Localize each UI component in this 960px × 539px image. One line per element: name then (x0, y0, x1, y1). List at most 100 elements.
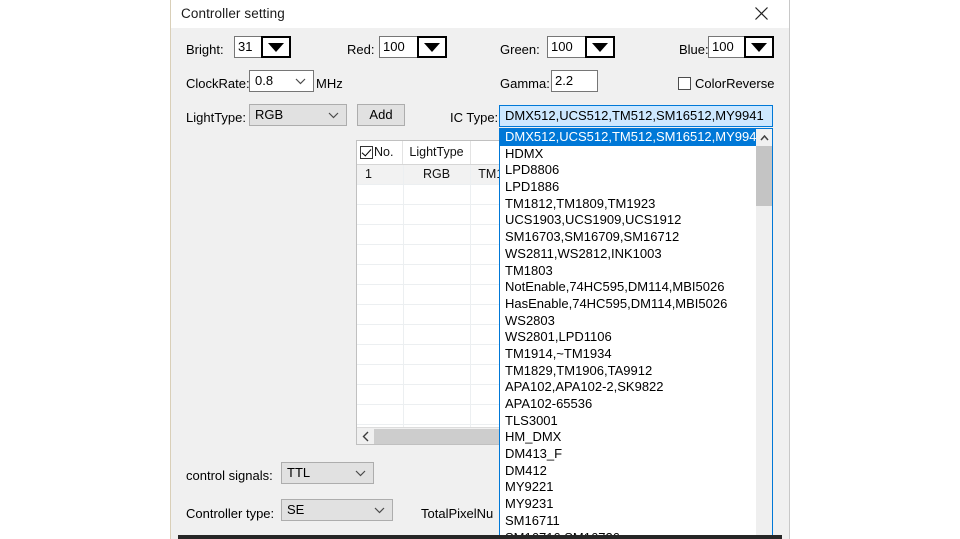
table-cell-empty (404, 305, 471, 324)
grid-header-no-label: No. (374, 145, 394, 159)
red-dropdown-button[interactable] (417, 36, 447, 58)
ictype-dropdown-list[interactable]: DMX512,UCS512,TM512,SM16512,MY9941 HDMX LP… (499, 128, 773, 539)
lighttype-value: RGB (255, 107, 284, 122)
dropdown-item[interactable]: HasEnable,74HC595,DM114,MBI5026 (500, 296, 757, 313)
table-cell-empty (357, 205, 404, 224)
table-cell-empty (404, 265, 471, 284)
ictype-dropdown-scrollbar[interactable] (756, 129, 772, 538)
ictype-combo[interactable]: DMX512,UCS512,TM512,SM16512,MY9941 (499, 105, 773, 127)
blue-label: Blue: (679, 42, 709, 57)
table-cell-empty (404, 405, 471, 424)
green-label: Green: (500, 42, 540, 57)
dropdown-item[interactable]: MY9221 (500, 479, 757, 496)
green-input[interactable]: 100 (547, 36, 589, 58)
colorreverse-label: ColorReverse (695, 76, 775, 91)
ictype-dropdown-thumb[interactable] (756, 146, 772, 206)
ictype-value: DMX512,UCS512,TM512,SM16512,MY9941 (505, 108, 764, 123)
chevron-down-icon (268, 42, 284, 52)
table-cell-empty (357, 365, 404, 384)
dropdown-item[interactable]: LPD8806 (500, 162, 757, 179)
clockrate-combo[interactable]: 0.8 (249, 70, 314, 92)
ictype-label: IC Type: (450, 110, 499, 125)
dropdown-item[interactable]: TM1914,~TM1934 (500, 346, 757, 363)
bright-dropdown-button[interactable] (261, 36, 291, 58)
table-cell-empty (357, 225, 404, 244)
dropdown-item[interactable]: APA102-65536 (500, 396, 757, 413)
blue-dropdown-button[interactable] (744, 36, 774, 58)
control-signals-label: control signals: (186, 468, 273, 483)
table-cell-empty (357, 305, 404, 324)
dropdown-item[interactable]: SM16711 (500, 513, 757, 530)
chevron-down-icon (505, 126, 772, 127)
chevron-down-icon (374, 507, 385, 514)
dropdown-item[interactable]: TM1829,TM1906,TA9912 (500, 363, 757, 380)
red-input[interactable]: 100 (379, 36, 421, 58)
dropdown-item[interactable]: TM1803 (500, 263, 757, 280)
red-label: Red: (347, 42, 375, 57)
table-cell-no: 1 (357, 165, 404, 184)
dropdown-item[interactable]: TLS3001 (500, 413, 757, 430)
clockrate-label: ClockRate: (186, 76, 250, 91)
chevron-up-icon[interactable] (756, 129, 772, 146)
table-cell-empty (404, 205, 471, 224)
table-cell-empty (357, 245, 404, 264)
dropdown-item[interactable]: UCS1903,UCS1909,UCS1912 (500, 212, 757, 229)
controller-type-label: Controller type: (186, 506, 275, 521)
chevron-down-icon (295, 78, 306, 85)
table-cell-empty (357, 185, 404, 204)
select-all-checkbox-icon[interactable] (360, 146, 373, 159)
lighttype-label: LightType: (186, 110, 246, 125)
dropdown-item[interactable]: SM16703,SM16709,SM16712 (500, 229, 757, 246)
dropdown-item[interactable]: WS2801,LPD1106 (500, 329, 757, 346)
clockrate-unit: MHz (316, 76, 343, 91)
dropdown-item[interactable]: HDMX (500, 146, 757, 163)
control-signals-value: TTL (287, 465, 311, 480)
grid-header-no[interactable]: No. (357, 141, 404, 164)
table-cell-empty (404, 385, 471, 404)
dropdown-item[interactable]: WS2803 (500, 313, 757, 330)
add-button[interactable]: Add (357, 104, 405, 126)
table-cell-empty (404, 345, 471, 364)
dropdown-item[interactable]: APA102,APA102-2,SK9822 (500, 379, 757, 396)
table-cell-empty (357, 385, 404, 404)
dropdown-item[interactable]: NotEnable,74HC595,DM114,MBI5026 (500, 279, 757, 296)
dropdown-item[interactable]: DM413_F (500, 446, 757, 463)
table-cell-lighttype: RGB (404, 165, 471, 184)
gamma-input[interactable]: 2.2 (551, 70, 598, 92)
colorreverse-checkbox[interactable]: ColorReverse (678, 76, 774, 91)
table-cell-empty (357, 345, 404, 364)
ictype-dropdown-items: DMX512,UCS512,TM512,SM16512,MY9941 HDMX LP… (500, 129, 757, 538)
ictype-dropdown-track[interactable] (756, 206, 772, 538)
dropdown-item[interactable]: DM412 (500, 463, 757, 480)
table-cell-empty (404, 225, 471, 244)
chevron-down-icon (592, 42, 608, 52)
chevron-down-icon (328, 112, 339, 119)
dropdown-item[interactable]: HM_DMX (500, 429, 757, 446)
window-title: Controller setting (181, 6, 285, 21)
table-cell-empty (357, 325, 404, 344)
table-cell-empty (404, 185, 471, 204)
checkbox-icon (678, 77, 691, 90)
chevron-down-icon (751, 42, 767, 52)
chevron-left-icon[interactable] (357, 428, 374, 444)
window-titlebar: Controller setting (171, 0, 789, 28)
lighttype-combo[interactable]: RGB (249, 104, 347, 126)
dropdown-item[interactable]: MY9231 (500, 496, 757, 513)
table-cell-empty (357, 405, 404, 424)
green-dropdown-button[interactable] (585, 36, 615, 58)
total-pixel-label: TotalPixelNu (421, 506, 494, 521)
table-cell-empty (357, 285, 404, 304)
dropdown-item[interactable]: WS2811,WS2812,INK1003 (500, 246, 757, 263)
table-cell-empty (404, 325, 471, 344)
close-glyph (754, 7, 768, 20)
grid-header-lighttype[interactable]: LightType (403, 141, 471, 164)
control-signals-combo[interactable]: TTL (281, 462, 374, 484)
controller-type-combo[interactable]: SE (281, 499, 393, 521)
dropdown-item[interactable]: LPD1886 (500, 179, 757, 196)
close-icon[interactable] (739, 0, 783, 27)
dropdown-item[interactable]: DMX512,UCS512,TM512,SM16512,MY9941 (500, 129, 757, 146)
bright-label: Bright: (186, 42, 224, 57)
window-bottom-edge (178, 535, 782, 539)
table-cell-empty (404, 245, 471, 264)
dropdown-item[interactable]: TM1812,TM1809,TM1923 (500, 196, 757, 213)
